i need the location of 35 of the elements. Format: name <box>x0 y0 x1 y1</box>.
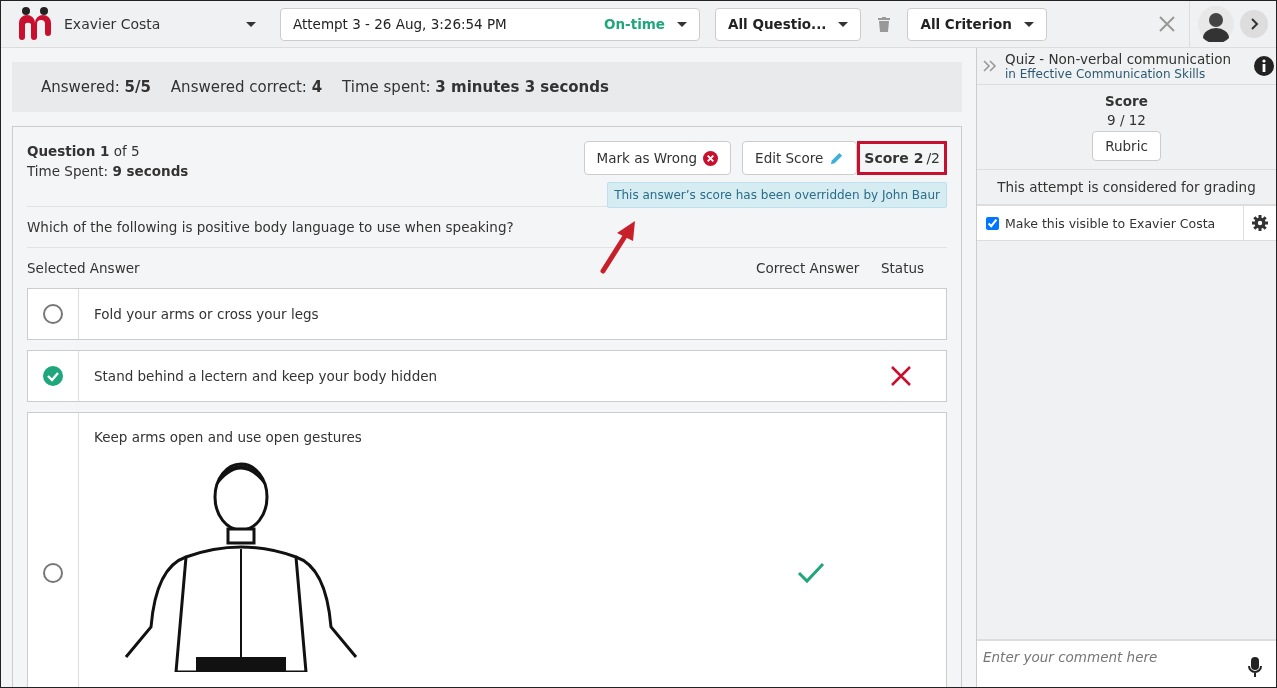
student-dropdown[interactable]: Exavier Costa <box>60 16 260 32</box>
info-icon[interactable] <box>1254 56 1274 76</box>
question-score: Score 2 /2 <box>857 141 947 175</box>
criterion-filter[interactable]: All Criterion <box>907 7 1047 41</box>
visibility-checkbox[interactable] <box>986 216 999 230</box>
settings-icon[interactable] <box>1252 215 1268 231</box>
total-score: 9 / 12 <box>1107 112 1146 128</box>
comment-field[interactable]: Enter your comment here <box>977 641 1276 687</box>
pencil-icon <box>829 150 845 166</box>
time-spent: Time Spent: 9 seconds <box>27 162 189 181</box>
question-number: Question 1 of 5 <box>27 142 141 161</box>
question-filter[interactable]: All Questio... <box>715 7 862 41</box>
microphone-icon[interactable] <box>1248 657 1262 677</box>
question-prompt: Which of the following is positive body language to use when speaking? <box>27 207 947 248</box>
error-icon <box>703 150 719 166</box>
column-heading: Correct Answer <box>756 260 861 276</box>
expand-icon[interactable] <box>1240 10 1268 38</box>
avatar[interactable] <box>1198 6 1234 42</box>
edit-score-button[interactable]: Edit Score <box>742 141 858 175</box>
quiz-title: Quiz - Non-verbal communication <box>1005 51 1233 67</box>
answer-text: Keep arms open and use open gestures <box>94 429 363 445</box>
score-label: Score <box>1105 93 1148 109</box>
summary-item: Answered: 5/5 <box>41 78 151 96</box>
column-heading: Selected Answer <box>27 260 141 276</box>
answer-text: Fold your arms or cross your legs <box>94 306 320 322</box>
summary-item: Answered correct: 4 <box>170 78 323 96</box>
course-name: in Effective Communication Skills <box>1005 67 1207 81</box>
attempt-dropdown[interactable]: Attempt 3 - 26 Aug, 3:26:54 PM On-time <box>280 7 700 41</box>
visibility-label: Make this visible to Exavier Costa <box>1005 215 1216 231</box>
answer-text: Stand behind a lectern and keep your body hidden <box>94 368 439 384</box>
column-heading: Status <box>881 260 926 276</box>
override-notice: This answer’s score has been overridden by John Baur <box>607 182 947 208</box>
summary-item: Time spent: 3 minutes 3 seconds <box>342 78 609 96</box>
mark-wrong-button[interactable]: Mark as Wrong <box>583 141 732 175</box>
rubric-button[interactable]: Rubric <box>1092 131 1161 161</box>
